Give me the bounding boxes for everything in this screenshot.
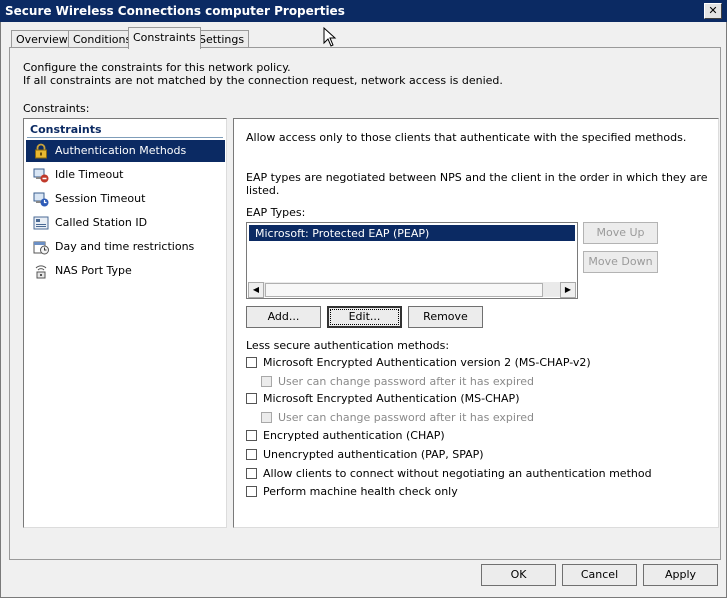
eap-types-label: EAP Types: xyxy=(246,206,306,219)
intro-line-1: Configure the constraints for this netwo… xyxy=(23,61,291,74)
constraint-item-called-station-id[interactable]: Called Station ID xyxy=(26,212,225,234)
constraints-list-header: Constraints xyxy=(30,123,102,136)
nas-port-icon xyxy=(35,265,47,279)
close-button[interactable]: ✕ xyxy=(704,3,722,19)
ms-chap-v2-label: Microsoft Encrypted Authentication versi… xyxy=(263,356,591,369)
no-auth-label: Allow clients to connect without negotia… xyxy=(263,467,652,480)
eap-note-line-1: EAP types are negotiated between NPS and… xyxy=(246,171,708,184)
remove-button[interactable]: Remove xyxy=(408,306,483,328)
eap-type-item[interactable]: Microsoft: Protected EAP (PEAP) xyxy=(249,225,575,241)
edit-button[interactable]: Edit... xyxy=(327,306,402,328)
move-up-button[interactable]: Move Up xyxy=(583,222,658,244)
apply-button[interactable]: Apply xyxy=(643,564,718,586)
scrollbar-thumb[interactable] xyxy=(265,283,543,297)
horizontal-scrollbar[interactable]: ◀ ▶ xyxy=(248,282,576,298)
constraints-list: Constraints Authentication Methods Idle … xyxy=(23,118,227,528)
constraint-item-idle-timeout[interactable]: Idle Timeout xyxy=(26,164,225,186)
move-down-button[interactable]: Move Down xyxy=(583,251,658,273)
scroll-left-icon[interactable]: ◀ xyxy=(248,282,264,298)
session-timeout-icon xyxy=(33,192,49,207)
window-title: Secure Wireless Connections computer Pro… xyxy=(5,4,345,18)
tab-overview[interactable]: Overview xyxy=(11,30,73,48)
header-divider xyxy=(27,137,223,138)
constraint-item-nas-port-type[interactable]: NAS Port Type xyxy=(26,260,225,282)
less-secure-label: Less secure authentication methods: xyxy=(246,339,450,352)
ms-chap-v2-checkbox[interactable] xyxy=(246,357,257,368)
no-auth-checkbox[interactable] xyxy=(246,468,257,479)
tab-conditions[interactable]: Conditions xyxy=(68,30,137,48)
add-button[interactable]: Add... xyxy=(246,306,321,328)
chap-checkbox[interactable] xyxy=(246,430,257,441)
health-check-label: Perform machine health check only xyxy=(263,485,458,498)
ok-button[interactable]: OK xyxy=(481,564,556,586)
title-bar: Secure Wireless Connections computer Pro… xyxy=(0,0,727,22)
idle-timeout-icon xyxy=(33,168,49,183)
ms-chap-label: Microsoft Encrypted Authentication (MS-C… xyxy=(263,392,520,405)
intro-line-2: If all constraints are not matched by th… xyxy=(23,74,503,87)
cancel-button[interactable]: Cancel xyxy=(562,564,637,586)
constraint-item-authentication-methods[interactable]: Authentication Methods xyxy=(26,140,225,162)
pap-spap-label: Unencrypted authentication (PAP, SPAP) xyxy=(263,448,484,461)
ms-chap-v2-change-password-checkbox[interactable] xyxy=(261,376,272,387)
eap-types-list[interactable]: Microsoft: Protected EAP (PEAP) ◀ ▶ xyxy=(246,222,578,299)
constraint-item-session-timeout[interactable]: Session Timeout xyxy=(26,188,225,210)
constraint-item-label: NAS Port Type xyxy=(55,264,132,277)
chap-label: Encrypted authentication (CHAP) xyxy=(263,429,445,442)
mouse-cursor-icon xyxy=(323,27,337,47)
tab-settings[interactable]: Settings xyxy=(194,30,250,48)
day-time-icon xyxy=(33,241,49,255)
constraint-item-label: Session Timeout xyxy=(55,192,146,205)
constraints-label: Constraints: xyxy=(23,102,90,115)
constraint-item-day-and-time[interactable]: Day and time restrictions xyxy=(26,236,225,258)
health-check-checkbox[interactable] xyxy=(246,486,257,497)
lock-icon xyxy=(35,143,47,159)
tab-constraints[interactable]: Constraints xyxy=(128,27,201,49)
constraint-item-label: Called Station ID xyxy=(55,216,148,229)
constraint-item-label: Idle Timeout xyxy=(55,168,124,181)
ms-chap-change-password-label: User can change password after it has ex… xyxy=(278,411,535,424)
constraint-item-label: Authentication Methods xyxy=(55,144,187,157)
eap-note-line-2: listed. xyxy=(246,184,280,197)
eap-type-label: Microsoft: Protected EAP (PEAP) xyxy=(255,227,430,240)
auth-description: Allow access only to those clients that … xyxy=(246,131,687,144)
pap-spap-checkbox[interactable] xyxy=(246,449,257,460)
ms-chap-checkbox[interactable] xyxy=(246,393,257,404)
ms-chap-v2-change-password-label: User can change password after it has ex… xyxy=(278,375,535,388)
called-station-icon xyxy=(33,216,49,230)
constraint-item-label: Day and time restrictions xyxy=(55,240,195,253)
ms-chap-change-password-checkbox[interactable] xyxy=(261,412,272,423)
scroll-right-icon[interactable]: ▶ xyxy=(560,282,576,298)
